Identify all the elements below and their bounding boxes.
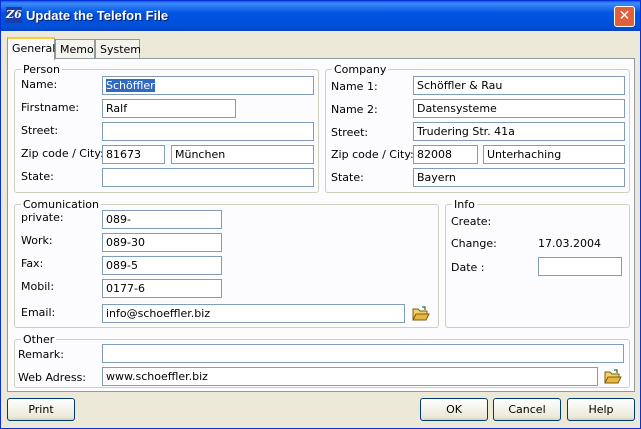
fax-field[interactable]: 089-5 [102,256,222,275]
print-button[interactable]: Print [7,398,75,421]
change-label: Change: [451,237,497,250]
tab-general[interactable]: General [7,37,55,60]
create-label: Create: [451,215,492,228]
private-phone-field[interactable]: 089- [102,210,222,229]
date-label: Date : [451,261,485,274]
person-name-value: Schöffler [106,79,155,92]
info-legend: Info [454,198,475,211]
company-city-field[interactable]: Unterhaching [483,145,625,164]
tab-system[interactable]: System [95,39,141,59]
app-icon: Z6 [6,7,22,23]
company-name1-label: Name 1: [331,80,378,93]
remark-label: Remark: [18,348,64,361]
person-street-field[interactable] [102,122,314,141]
person-zip-field[interactable]: 81673 [102,145,165,164]
mobil-label: Mobil: [21,280,55,293]
mobil-field[interactable]: 0177-6 [102,279,222,298]
tab-memo[interactable]: Memo [55,39,95,59]
private-phone-label: private: [21,211,64,224]
person-street-label: Street: [21,124,59,137]
person-firstname-label: Firstname: [21,101,80,114]
email-field[interactable]: info@schoeffler.biz [102,304,405,323]
window-title: Update the Telefon File [26,8,169,23]
web-address-field[interactable]: www.schoeffler.biz [102,367,598,386]
person-zip-label: Zip code / City: [21,147,104,160]
work-phone-field[interactable]: 089-30 [102,233,222,252]
remark-field[interactable] [102,344,624,363]
title-bar[interactable]: Z6 Update the Telefon File ✕ [1,1,640,31]
company-street-field[interactable]: Trudering Str. 41a [413,122,625,141]
person-state-label: State: [21,170,54,183]
company-zip-label: Zip code / City: [331,148,414,161]
company-state-field[interactable]: Bayern [413,168,625,187]
person-legend: Person [23,63,60,76]
company-name2-field[interactable]: Datensysteme [413,99,625,118]
fax-label: Fax: [21,257,44,270]
close-button[interactable]: ✕ [614,6,635,27]
email-label: Email: [21,306,56,319]
ok-button[interactable]: OK [420,398,488,421]
communication-legend: Comunication [23,198,99,211]
help-button[interactable]: Help [567,398,635,421]
company-zip-field[interactable]: 82008 [413,145,478,164]
other-legend: Other [23,333,55,346]
company-name1-field[interactable]: Schöffler & Rau [413,76,625,95]
email-folder-open-icon[interactable] [412,306,430,322]
person-state-field[interactable] [102,168,314,187]
company-state-label: State: [331,171,364,184]
web-address-label: Web Adress: [18,371,87,384]
web-folder-open-icon[interactable] [604,369,622,385]
change-value: 17.03.2004 [538,237,601,250]
dialog-window: Z6 Update the Telefon File ✕ General Mem… [0,0,641,429]
cancel-button[interactable]: Cancel [493,398,561,421]
person-firstname-field[interactable]: Ralf [102,99,236,118]
person-city-field[interactable]: München [171,145,314,164]
work-phone-label: Work: [21,234,53,247]
person-name-field[interactable]: Schöffler [102,76,314,95]
company-name2-label: Name 2: [331,103,378,116]
date-field[interactable] [538,257,622,276]
company-street-label: Street: [331,126,369,139]
person-name-label: Name: [21,78,58,91]
company-legend: Company [334,63,387,76]
